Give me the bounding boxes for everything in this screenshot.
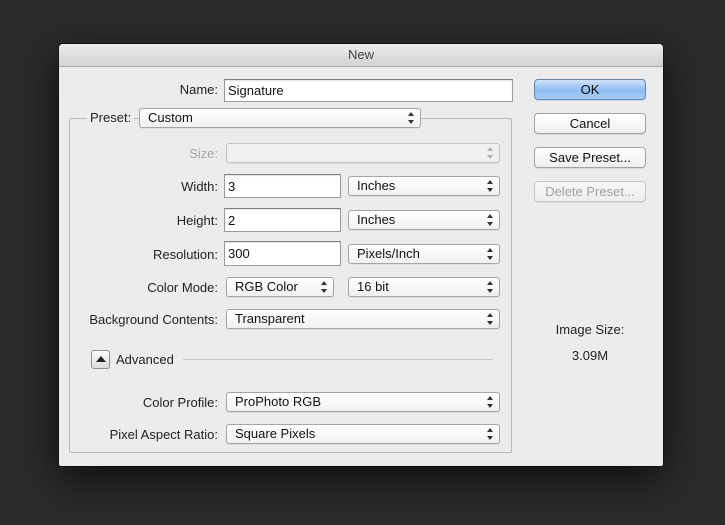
- name-input[interactable]: [224, 79, 513, 102]
- popup-arrows-icon: [487, 427, 494, 441]
- advanced-disclosure-button[interactable]: [91, 350, 110, 369]
- bit-depth-value: 16 bit: [357, 279, 389, 294]
- popup-arrows-icon: [487, 146, 494, 160]
- popup-arrows-icon: [487, 395, 494, 409]
- resolution-unit-value: Pixels/Inch: [357, 246, 420, 261]
- name-label: Name:: [179, 82, 218, 97]
- height-label: Height:: [176, 213, 218, 228]
- width-input[interactable]: [224, 174, 341, 198]
- resolution-unit-select[interactable]: Pixels/Inch: [348, 244, 500, 264]
- color-profile-value: ProPhoto RGB: [235, 394, 321, 409]
- width-unit-value: Inches: [357, 178, 396, 193]
- width-label: Width:: [181, 179, 218, 194]
- preset-select-value: Custom: [148, 110, 193, 125]
- popup-arrows-icon: [487, 280, 494, 294]
- color-mode-label: Color Mode:: [147, 280, 218, 295]
- save-preset-button[interactable]: Save Preset...: [534, 147, 646, 168]
- size-select[interactable]: [226, 143, 500, 163]
- dialog-title: New: [59, 44, 663, 67]
- height-input[interactable]: [224, 208, 341, 232]
- advanced-label: Advanced: [116, 352, 174, 367]
- color-profile-label: Color Profile:: [142, 395, 218, 410]
- preset-select[interactable]: Custom: [139, 108, 421, 128]
- background-contents-select[interactable]: Transparent: [226, 309, 500, 329]
- popup-arrows-icon: [487, 247, 494, 261]
- color-mode-value: RGB Color: [235, 279, 298, 294]
- height-unit-select[interactable]: Inches: [348, 210, 500, 230]
- background-contents-value: Transparent: [235, 311, 305, 326]
- popup-arrows-icon: [408, 111, 415, 125]
- cancel-button[interactable]: Cancel: [534, 113, 646, 134]
- popup-arrows-icon: [487, 213, 494, 227]
- color-profile-select[interactable]: ProPhoto RGB: [226, 392, 500, 412]
- color-mode-select[interactable]: RGB Color: [226, 277, 334, 297]
- popup-arrows-icon: [487, 179, 494, 193]
- preset-label: Preset:: [87, 110, 134, 125]
- pixel-aspect-ratio-value: Square Pixels: [235, 426, 316, 441]
- popup-arrows-icon: [321, 280, 328, 294]
- width-unit-select[interactable]: Inches: [348, 176, 500, 196]
- new-document-dialog: New Name: Preset: Custom Size: Width: In…: [59, 44, 663, 466]
- advanced-divider: [183, 359, 493, 360]
- background-contents-label: Background Contents:: [89, 312, 218, 327]
- pixel-aspect-ratio-select[interactable]: Square Pixels: [226, 424, 500, 444]
- delete-preset-button[interactable]: Delete Preset...: [534, 181, 646, 202]
- height-unit-value: Inches: [357, 212, 396, 227]
- size-label: Size:: [189, 146, 218, 161]
- resolution-input[interactable]: [224, 241, 341, 266]
- bit-depth-select[interactable]: 16 bit: [348, 277, 500, 297]
- pixel-aspect-ratio-label: Pixel Aspect Ratio:: [109, 427, 218, 442]
- ok-button[interactable]: OK: [534, 79, 646, 100]
- popup-arrows-icon: [487, 312, 494, 326]
- image-size-value: 3.09M: [571, 348, 609, 363]
- image-size-label: Image Size:: [555, 322, 625, 337]
- resolution-label: Resolution:: [152, 247, 218, 262]
